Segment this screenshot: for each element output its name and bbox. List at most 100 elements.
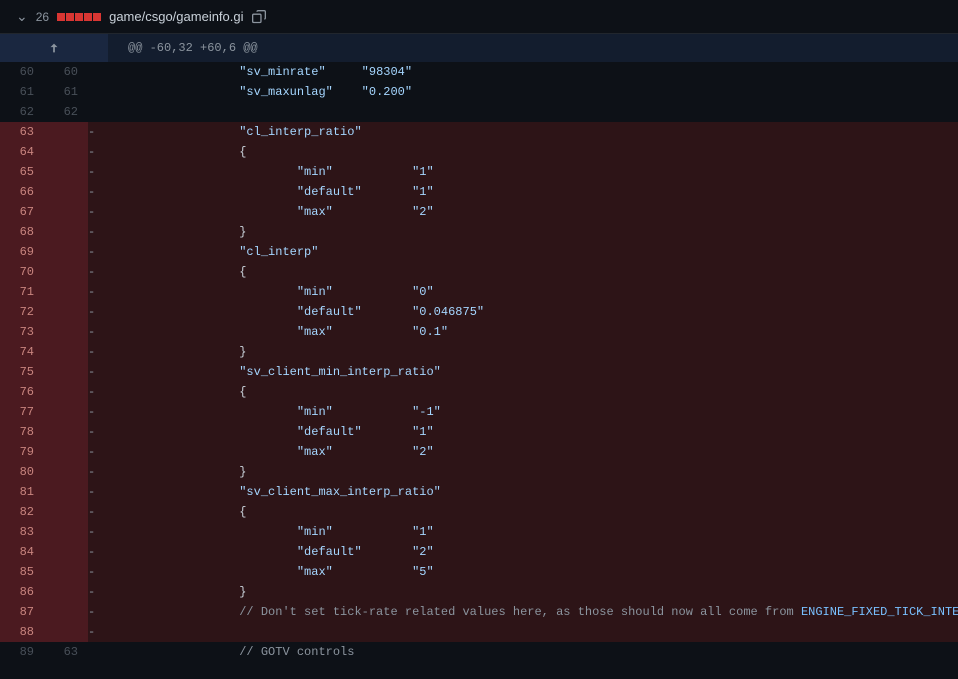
line-number-new[interactable] [44,462,88,482]
line-number-new[interactable] [44,142,88,162]
code-cell: "default" "2" [95,542,958,562]
diff-marker: - [88,142,95,162]
diff-marker: - [88,242,95,262]
copy-icon[interactable] [252,10,266,24]
line-number-new[interactable] [44,342,88,362]
diff-line: 84- "default" "2" [0,542,958,562]
diff-line: 88 - [0,622,958,642]
code-cell: "min" "0" [95,282,958,302]
diff-marker: - [88,522,95,542]
line-number-new[interactable] [44,402,88,422]
line-number-old[interactable]: 81 [0,482,44,502]
code-cell: "max" "2" [95,442,958,462]
line-number-new[interactable] [44,362,88,382]
line-number-old[interactable]: 76 [0,382,44,402]
line-number-new[interactable] [44,262,88,282]
line-number-old[interactable]: 82 [0,502,44,522]
line-number-new[interactable] [44,422,88,442]
code-cell: "sv_minrate" "98304" [95,62,958,82]
line-number-new[interactable] [44,602,88,622]
line-number-old[interactable]: 73 [0,322,44,342]
line-number-old[interactable]: 86 [0,582,44,602]
diff-line: 67- "max" "2" [0,202,958,222]
line-number-new[interactable] [44,242,88,262]
line-number-new[interactable] [44,582,88,602]
line-number-old[interactable]: 80 [0,462,44,482]
line-number-old[interactable]: 63 [0,122,44,142]
line-number-old[interactable]: 64 [0,142,44,162]
line-number-old[interactable]: 69 [0,242,44,262]
line-number-new[interactable] [44,502,88,522]
line-number-old[interactable]: 74 [0,342,44,362]
diff-line: 72- "default" "0.046875" [0,302,958,322]
line-number-old[interactable]: 71 [0,282,44,302]
diff-marker: - [88,422,95,442]
line-number-old[interactable]: 60 [0,62,44,82]
file-path[interactable]: game/csgo/gameinfo.gi [109,9,243,24]
diffstat-block [84,13,92,21]
diff-marker: - [88,622,95,642]
line-number-new[interactable] [44,622,88,642]
line-number-old[interactable]: 79 [0,442,44,462]
line-number-new[interactable] [44,322,88,342]
line-number-new[interactable]: 61 [44,82,88,102]
line-number-old[interactable]: 78 [0,422,44,442]
chevron-down-icon[interactable]: ⌄ [16,8,28,25]
line-number-new[interactable] [44,122,88,142]
diff-marker: - [88,282,95,302]
diff-marker: - [88,182,95,202]
line-number-old[interactable]: 83 [0,522,44,542]
code-cell: "default" "1" [95,182,958,202]
diff-line: 8963 // GOTV controls [0,642,958,662]
code-cell: } [95,582,958,602]
diffstat-block [66,13,74,21]
expand-up-icon[interactable] [0,34,108,62]
line-number-new[interactable] [44,542,88,562]
code-cell: "cl_interp" [95,242,958,262]
diff-line: 63- "cl_interp_ratio" [0,122,958,142]
line-number-old[interactable]: 68 [0,222,44,242]
line-number-new[interactable]: 60 [44,62,88,82]
line-number-old[interactable]: 72 [0,302,44,322]
line-number-old[interactable]: 84 [0,542,44,562]
line-number-new[interactable] [44,382,88,402]
line-number-old[interactable]: 70 [0,262,44,282]
diff-table: 6060 "sv_minrate" "98304"6161 "sv_maxunl… [0,62,958,662]
line-number-new[interactable] [44,302,88,322]
line-number-old[interactable]: 61 [0,82,44,102]
line-number-new[interactable] [44,162,88,182]
line-number-new[interactable]: 63 [44,642,88,662]
diff-marker: - [88,262,95,282]
code-cell: "min" "-1" [95,402,958,422]
line-number-old[interactable]: 89 [0,642,44,662]
diffstat-block [93,13,101,21]
line-number-new[interactable] [44,182,88,202]
line-number-old[interactable]: 87 [0,602,44,622]
line-number-new[interactable] [44,442,88,462]
line-number-new[interactable] [44,482,88,502]
diff-line: 82- { [0,502,958,522]
line-number-old[interactable]: 75 [0,362,44,382]
line-number-old[interactable]: 77 [0,402,44,422]
diff-line: 68- } [0,222,958,242]
line-number-new[interactable] [44,282,88,302]
line-number-old[interactable]: 85 [0,562,44,582]
line-number-old[interactable]: 65 [0,162,44,182]
line-number-new[interactable]: 62 [44,102,88,122]
line-number-new[interactable] [44,202,88,222]
code-cell: { [95,142,958,162]
line-number-new[interactable] [44,562,88,582]
line-number-old[interactable]: 62 [0,102,44,122]
diff-marker: - [88,382,95,402]
line-number-new[interactable] [44,522,88,542]
line-number-old[interactable]: 66 [0,182,44,202]
diff-line: 74- } [0,342,958,362]
line-number-old[interactable]: 88 [0,622,44,642]
diff-line: 77- "min" "-1" [0,402,958,422]
line-number-old[interactable]: 67 [0,202,44,222]
line-number-new[interactable] [44,222,88,242]
code-cell: "min" "1" [95,522,958,542]
diff-line: 66 - "default" "1" [0,182,958,202]
code-cell [95,102,958,122]
diffstat [57,13,101,21]
